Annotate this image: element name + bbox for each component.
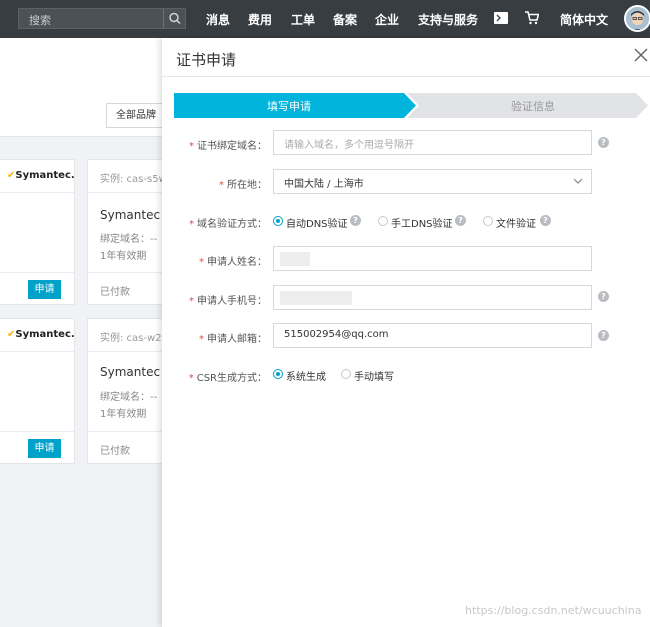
user-avatar[interactable] <box>624 5 650 32</box>
payment-status: 已付款 <box>100 287 130 298</box>
card-divider <box>0 351 74 352</box>
location-label: * 所在地： <box>219 180 267 191</box>
top-navigation-bar: 搜索 消息 费用 工单 备案 企业 支持与服务 简体中文 <box>0 0 650 38</box>
close-icon[interactable] <box>634 48 648 62</box>
instance-id: 实例: cas-w22 <box>100 333 168 344</box>
cert-card-info-2: 实例: cas-w22 Symantec 免 绑定域名：-- 1年有效期 已付款 <box>87 318 176 464</box>
radio-auto-dns-label[interactable]: 自动DNS验证 <box>286 215 348 230</box>
bound-domain: 绑定域名：-- <box>100 392 158 403</box>
card-divider <box>88 431 166 432</box>
apply-button[interactable]: 申请 <box>28 439 61 458</box>
redacted-phone <box>280 291 352 305</box>
watermark-text: https://blog.csdn.net/wcuuchina <box>465 604 642 617</box>
radio-system-generate-label[interactable]: 系统生成 <box>286 368 326 383</box>
card-divider <box>88 272 166 273</box>
nav-tickets[interactable]: 工单 <box>291 11 315 28</box>
cert-card-logo-2: ✔Symantec. 申请 <box>0 318 75 464</box>
card-divider <box>88 351 166 352</box>
nav-icp[interactable]: 备案 <box>333 11 357 28</box>
nav-support[interactable]: 支持与服务 <box>418 11 478 28</box>
domain-input[interactable]: 请输入域名，多个用逗号隔开 <box>273 130 592 155</box>
help-icon[interactable]: ? <box>350 215 361 226</box>
chevron-down-icon <box>573 178 583 184</box>
radio-manual-fill-label[interactable]: 手动填写 <box>354 368 394 383</box>
payment-status: 已付款 <box>100 446 130 457</box>
help-icon[interactable]: ? <box>455 215 466 226</box>
certificate-application-drawer: 证书申请 填写申请 验证信息 * 证书绑定域名： 请输入域名，多个用逗号隔开 ? … <box>162 38 650 627</box>
applicant-name-label: * 申请人姓名： <box>199 257 267 268</box>
email-value: 515002954@qq.com <box>284 329 389 340</box>
validity: 1年有效期 <box>100 251 147 262</box>
radio-file-verify[interactable] <box>483 216 493 226</box>
location-value: 中国大陆 / 上海市 <box>284 179 364 190</box>
help-icon[interactable]: ? <box>598 291 609 302</box>
cert-card-info-1: 实例: cas-s5w Symantec 免 绑定域名：-- 1年有效期 已付款 <box>87 159 176 305</box>
applicant-phone-label: * 申请人手机号： <box>189 296 267 307</box>
search-button[interactable] <box>163 9 185 28</box>
search-icon <box>169 12 181 25</box>
radio-system-generate[interactable] <box>273 369 283 379</box>
card-divider <box>88 192 166 193</box>
radio-manual-dns[interactable] <box>378 216 388 226</box>
radio-auto-dns[interactable] <box>273 216 283 226</box>
nav-enterprise[interactable]: 企业 <box>375 11 399 28</box>
search-box[interactable]: 搜索 <box>18 8 186 29</box>
cert-card-logo-1: ✔Symantec. 申请 <box>0 159 75 305</box>
card-divider <box>0 272 74 273</box>
terminal-icon[interactable] <box>494 12 508 24</box>
help-icon[interactable]: ? <box>598 330 609 341</box>
validity: 1年有效期 <box>100 409 147 420</box>
step-progress <box>174 93 648 118</box>
card-divider <box>0 431 74 432</box>
csr-method-label: * CSR生成方式： <box>188 373 267 384</box>
radio-manual-dns-label[interactable]: 手工DNS验证 <box>391 215 453 230</box>
language-switch[interactable]: 简体中文 <box>560 11 608 28</box>
radio-file-verify-label[interactable]: 文件验证 <box>496 215 536 230</box>
location-select[interactable]: 中国大陆 / 上海市 <box>273 169 592 194</box>
card-divider <box>0 192 74 193</box>
title-divider <box>162 76 650 77</box>
apply-button[interactable]: 申请 <box>28 280 61 299</box>
domain-placeholder: 请输入域名，多个用逗号隔开 <box>284 140 414 151</box>
cart-icon[interactable] <box>525 11 539 25</box>
search-input[interactable]: 搜索 <box>29 12 51 28</box>
step-verify-info: 验证信息 <box>511 100 555 113</box>
nav-messages[interactable]: 消息 <box>206 11 230 28</box>
brand-filter-dropdown[interactable]: 全部品牌 <box>106 103 166 128</box>
applicant-email-input[interactable]: 515002954@qq.com <box>273 323 592 348</box>
bound-domain: 绑定域名：-- <box>100 234 158 245</box>
instance-id: 实例: cas-s5w <box>100 174 167 185</box>
symantec-logo: ✔Symantec. <box>7 329 75 340</box>
avatar-face-icon <box>626 7 649 30</box>
applicant-email-label: * 申请人邮箱： <box>199 334 267 345</box>
domain-label: * 证书绑定域名： <box>189 141 267 152</box>
applicant-phone-input[interactable] <box>273 285 592 310</box>
nav-billing[interactable]: 费用 <box>248 11 272 28</box>
drawer-title: 证书申请 <box>176 51 237 69</box>
verify-method-label: * 域名验证方式： <box>189 219 267 230</box>
redacted-name <box>280 252 310 266</box>
symantec-logo: ✔Symantec. <box>7 170 75 181</box>
applicant-name-input[interactable] <box>273 246 592 271</box>
help-icon[interactable]: ? <box>598 137 609 148</box>
radio-manual-fill[interactable] <box>341 369 351 379</box>
help-icon[interactable]: ? <box>540 215 551 226</box>
step-fill-application: 填写申请 <box>267 100 311 113</box>
